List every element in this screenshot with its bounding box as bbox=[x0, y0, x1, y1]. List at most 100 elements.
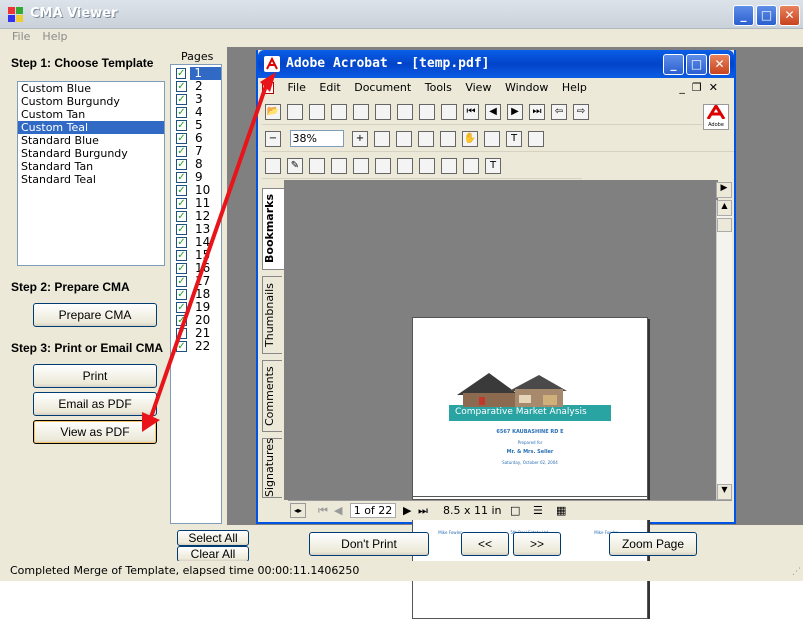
page-checkbox[interactable]: ✓ bbox=[176, 341, 187, 352]
tab-thumbnails[interactable]: Thumbnails bbox=[262, 276, 282, 354]
article-icon[interactable] bbox=[419, 158, 435, 174]
prev-page-icon[interactable]: ◀ bbox=[485, 104, 501, 120]
text-select-icon[interactable]: T bbox=[506, 131, 522, 147]
pencil-icon[interactable]: ✎ bbox=[287, 158, 303, 174]
page-checkbox[interactable]: ✓ bbox=[176, 81, 187, 92]
template-item[interactable]: Standard Tan bbox=[18, 160, 164, 173]
single-page-icon[interactable]: □ bbox=[510, 504, 520, 517]
note-icon[interactable] bbox=[265, 158, 281, 174]
prev-page-button[interactable]: << bbox=[461, 532, 509, 556]
zoom-input[interactable]: 38% bbox=[289, 130, 344, 147]
page-checkbox[interactable]: ✓ bbox=[176, 133, 187, 144]
maximize-button[interactable]: □ bbox=[756, 5, 777, 26]
zoom-page-button[interactable]: Zoom Page bbox=[609, 532, 697, 556]
page-checkbox[interactable]: ✓ bbox=[176, 146, 187, 157]
fit-width-icon[interactable] bbox=[418, 131, 434, 147]
link-icon[interactable] bbox=[397, 158, 413, 174]
resize-grip-icon[interactable]: ⋰ bbox=[792, 567, 801, 577]
page-checkbox[interactable]: ✓ bbox=[176, 315, 187, 326]
acrobat-maximize-button[interactable]: □ bbox=[686, 54, 707, 75]
page-row[interactable]: ✓ 22 bbox=[171, 340, 221, 353]
form-icon[interactable] bbox=[463, 158, 479, 174]
page-checkbox[interactable]: ✓ bbox=[176, 302, 187, 313]
menu-help[interactable]: Help bbox=[42, 30, 67, 43]
acrobat-close-button[interactable]: ✕ bbox=[709, 54, 730, 75]
prepare-cma-button[interactable]: Prepare CMA bbox=[33, 303, 157, 327]
options-arrow-icon[interactable]: ▶ bbox=[716, 182, 732, 198]
continuous-icon[interactable]: ☰ bbox=[533, 504, 543, 517]
next-page-icon[interactable]: ▶ bbox=[507, 104, 523, 120]
page-checkbox[interactable]: ✓ bbox=[176, 120, 187, 131]
acrobat-menu-file[interactable]: File bbox=[288, 81, 306, 94]
page-checkbox[interactable]: ✓ bbox=[176, 159, 187, 170]
tab-bookmarks[interactable]: Bookmarks bbox=[262, 188, 284, 270]
snapshot-icon[interactable] bbox=[528, 131, 544, 147]
facing-icon[interactable]: ▦ bbox=[556, 504, 566, 517]
template-list[interactable]: Custom Blue Custom Burgundy Custom Tan C… bbox=[17, 81, 165, 266]
page-checkbox[interactable]: ✓ bbox=[176, 172, 187, 183]
email-icon[interactable] bbox=[353, 104, 369, 120]
vertical-scrollbar[interactable]: ▲ ▼ bbox=[716, 200, 732, 500]
hand-tool-icon[interactable]: ✋ bbox=[462, 131, 478, 147]
select-all-button[interactable]: Select All bbox=[177, 530, 249, 546]
page-checkbox[interactable]: ✓ bbox=[176, 237, 187, 248]
search-icon[interactable] bbox=[419, 104, 435, 120]
crop-icon[interactable] bbox=[441, 158, 457, 174]
menu-file[interactable]: File bbox=[12, 30, 30, 43]
page-checkbox[interactable]: ✓ bbox=[176, 198, 187, 209]
page-checkbox[interactable]: ✓ bbox=[176, 107, 187, 118]
spell-check-icon[interactable] bbox=[331, 158, 347, 174]
acrobat-minimize-button[interactable]: _ bbox=[663, 54, 684, 75]
acrobat-menu-window[interactable]: Window bbox=[505, 81, 548, 94]
find-icon[interactable] bbox=[397, 104, 413, 120]
scroll-down-icon[interactable]: ▼ bbox=[717, 484, 732, 500]
create-pdf-icon[interactable] bbox=[375, 104, 391, 120]
print-button[interactable]: Print bbox=[33, 364, 157, 388]
first-page-nav-icon[interactable]: ⏮ bbox=[318, 504, 328, 518]
view-pdf-button[interactable]: View as PDF bbox=[33, 420, 157, 444]
split-icon[interactable]: ◂▸ bbox=[290, 503, 306, 518]
template-item[interactable]: Custom Blue bbox=[18, 82, 164, 95]
email-pdf-button[interactable]: Email as PDF bbox=[33, 392, 157, 416]
last-page-nav-icon[interactable]: ⏭ bbox=[418, 504, 428, 518]
zoom-in-icon[interactable]: + bbox=[352, 131, 368, 147]
first-page-icon[interactable]: ⏮ bbox=[463, 104, 479, 120]
movie-icon[interactable] bbox=[375, 158, 391, 174]
minimize-button[interactable]: _ bbox=[733, 5, 754, 26]
open-icon[interactable]: 📂 bbox=[265, 104, 281, 120]
acrobat-menu-help[interactable]: Help bbox=[562, 81, 587, 94]
clear-all-button[interactable]: Clear All bbox=[177, 546, 249, 562]
tab-signatures[interactable]: Signatures bbox=[262, 438, 282, 498]
prev-page-nav-icon[interactable]: ◀ bbox=[334, 504, 342, 517]
template-item[interactable]: Standard Burgundy bbox=[18, 147, 164, 160]
page-checkbox[interactable]: ✓ bbox=[176, 250, 187, 261]
template-item[interactable]: Custom Tan bbox=[18, 108, 164, 121]
page-checkbox[interactable]: ✓ bbox=[176, 224, 187, 235]
last-page-icon[interactable]: ⏭ bbox=[529, 104, 545, 120]
save-icon[interactable] bbox=[309, 104, 325, 120]
back-icon[interactable]: ⇦ bbox=[551, 104, 567, 120]
template-item-selected[interactable]: Custom Teal bbox=[18, 121, 164, 134]
forward-icon[interactable]: ⇨ bbox=[573, 104, 589, 120]
acrobat-doc-controls[interactable]: _ ❐ ✕ bbox=[679, 81, 718, 94]
page-checkbox[interactable]: ✓ bbox=[176, 289, 187, 300]
scroll-thumb[interactable] bbox=[717, 218, 732, 232]
fit-page-icon[interactable] bbox=[396, 131, 412, 147]
close-button[interactable]: ✕ bbox=[779, 5, 800, 26]
template-item[interactable]: Standard Teal bbox=[18, 173, 164, 186]
zoom-tool-icon[interactable] bbox=[484, 131, 500, 147]
navigation-pane-icon[interactable] bbox=[441, 104, 457, 120]
template-item[interactable]: Custom Burgundy bbox=[18, 95, 164, 108]
page-checkbox[interactable]: ✓ bbox=[176, 94, 187, 105]
zoom-out-icon[interactable]: − bbox=[265, 131, 281, 147]
template-item[interactable]: Standard Blue bbox=[18, 134, 164, 147]
actual-size-icon[interactable] bbox=[374, 131, 390, 147]
page-checkbox[interactable]: ✓ bbox=[176, 276, 187, 287]
acrobat-doc-icon[interactable] bbox=[262, 82, 274, 94]
acrobat-menu-view[interactable]: View bbox=[465, 81, 491, 94]
print-icon[interactable] bbox=[331, 104, 347, 120]
acrobat-menu-edit[interactable]: Edit bbox=[319, 81, 340, 94]
page-checkbox[interactable]: ✓ bbox=[176, 328, 187, 339]
search-web-icon[interactable] bbox=[287, 104, 303, 120]
pages-list[interactable]: ✓ 1 ✓ 2 ✓ 3 ✓ 4 ✓ 5 ✓ 6 ✓ 7 ✓ 8 ✓ 9 ✓ 10 ✓ 11 ✓ 12 ✓ 13 ✓ 14 ✓ 15 ✓ 16 ✓… bbox=[170, 64, 222, 524]
